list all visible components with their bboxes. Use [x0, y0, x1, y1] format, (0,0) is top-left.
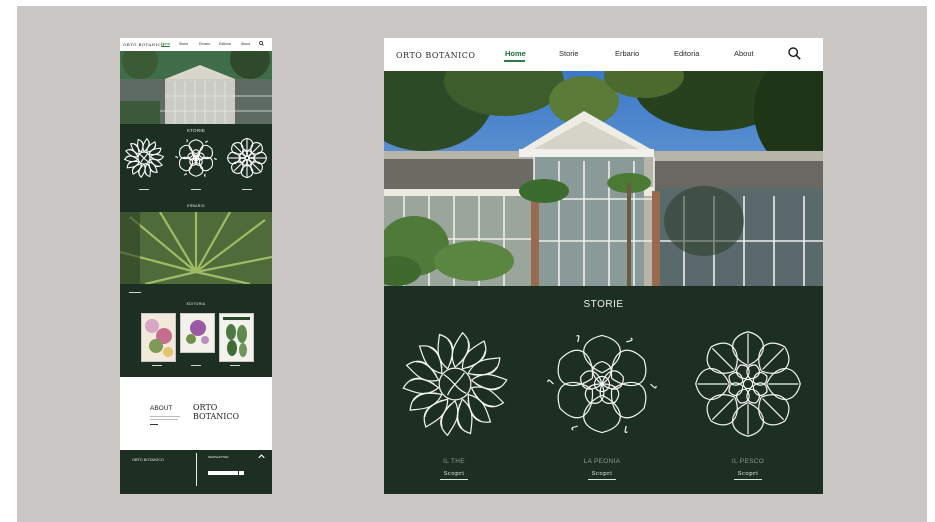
newsletter-email-input[interactable]: [208, 471, 238, 475]
mobile-nav-home[interactable]: Home: [161, 42, 171, 47]
nav-editoria[interactable]: Editoria: [674, 49, 699, 58]
storie-section-title: STORIE: [583, 299, 624, 310]
book-cover-2[interactable]: [180, 313, 215, 353]
nav-home[interactable]: Home: [505, 49, 526, 58]
book-cover-3[interactable]: [219, 313, 254, 362]
mobile-logo[interactable]: ORTO BOTANICO: [123, 42, 165, 47]
mobile-story-2-link[interactable]: [191, 189, 201, 190]
about-text-line: [150, 419, 178, 420]
footer-newsletter-title: NEWSLETTER: [208, 455, 229, 459]
mobile-editoria-title: EDITORIA: [186, 302, 206, 306]
story-1-title: IL THE: [443, 458, 465, 465]
story-3-underline: [734, 479, 762, 481]
footer-divider: [196, 453, 197, 486]
arrow-right-icon[interactable]: [239, 471, 244, 475]
mobile-story-1-link[interactable]: [139, 189, 149, 190]
mobile-hero-greenhouse-image: [120, 51, 272, 124]
tea-flower-illustration: [123, 137, 165, 179]
mobile-book-2-link[interactable]: [191, 365, 201, 366]
nav-storie[interactable]: Storie: [559, 49, 579, 58]
mobile-mockup: ORTO BOTANICO Home Storie Erbario Editor…: [120, 38, 272, 494]
story-1-scopri-button[interactable]: Scopri: [439, 471, 469, 477]
peony-flower-illustration: [547, 334, 657, 434]
footer-logo: ORTO BOTANICO: [132, 458, 164, 462]
mobile-erbario-title: ERBARIO: [187, 204, 205, 208]
desktop-navbar: ORTO BOTANICO Home Storie Erbario Editor…: [384, 38, 823, 71]
about-link[interactable]: [150, 424, 158, 425]
about-text-line: [150, 416, 180, 417]
mobile-book-3-link[interactable]: [230, 365, 240, 366]
site-logo[interactable]: ORTO BOTANICO: [396, 51, 475, 60]
story-2-underline: [588, 479, 616, 481]
story-2-title: LA PEONIA: [583, 458, 621, 465]
mobile-footer: ORTO BOTANICO NEWSLETTER: [120, 450, 272, 494]
nav-active-indicator: [504, 60, 525, 62]
about-logo: ORTO BOTANICO: [193, 403, 240, 421]
nav-erbario[interactable]: Erbario: [615, 49, 639, 58]
mobile-nav-erbario[interactable]: Erbario: [199, 42, 210, 46]
story-2-scopri-button[interactable]: Scopri: [587, 471, 617, 477]
mobile-nav-storie[interactable]: Storie: [179, 42, 188, 46]
story-3-title: IL PESCO: [731, 458, 765, 465]
mobile-story-3-link[interactable]: [242, 189, 252, 190]
peach-flower-illustration: [226, 137, 268, 179]
mobile-nav-about[interactable]: About: [241, 42, 250, 46]
mobile-navbar: ORTO BOTANICO Home Storie Erbario Editor…: [120, 38, 272, 51]
chevron-up-icon[interactable]: [258, 454, 265, 459]
mobile-about-title: ABOUT: [150, 405, 173, 412]
mobile-book-1-link[interactable]: [152, 365, 162, 366]
search-icon[interactable]: [259, 41, 264, 46]
nav-about[interactable]: About: [734, 49, 754, 58]
about-logo-line2: BOTANICO: [193, 411, 240, 421]
book-cover-1[interactable]: [141, 313, 176, 362]
mobile-erbario-link[interactable]: [129, 292, 141, 293]
peach-flower-illustration: [695, 331, 801, 437]
story-3-scopri-button[interactable]: Scopri: [733, 471, 763, 477]
mobile-about-section: ABOUT ORTO BOTANICO: [120, 377, 272, 450]
tea-flower-illustration: [402, 331, 508, 437]
hero-greenhouse-image: [384, 71, 823, 286]
peony-flower-illustration: [175, 139, 217, 177]
search-icon[interactable]: [788, 47, 801, 60]
mobile-erbario-plant-image: [120, 212, 272, 284]
desktop-mockup: ORTO BOTANICO Home Storie Erbario Editor…: [384, 38, 823, 494]
story-1-underline: [440, 479, 468, 481]
mobile-storie-title: STORIE: [186, 128, 206, 133]
mobile-nav-editoria[interactable]: Editoria: [219, 42, 231, 46]
